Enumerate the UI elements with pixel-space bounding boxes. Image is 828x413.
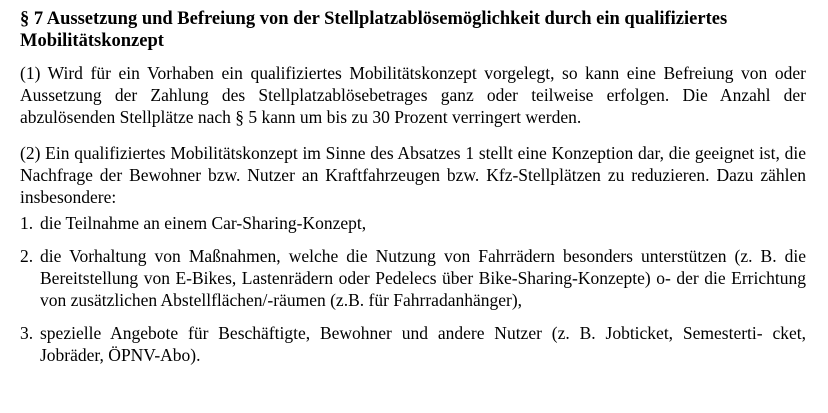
paragraph-1: (1) Wird für ein Vorhaben ein qualifizie… [20,63,806,127]
list-item: 2. die Vorhaltung von Maßnahmen, welche … [20,245,806,311]
list-item-number: 3. [20,323,34,343]
section-heading: § 7 Aussetzung und Befreiung von der Ste… [20,9,728,51]
list-item: 1. die Teilnahme an einem Car-Sharing-Ko… [20,212,806,234]
enumerated-list: 1. die Teilnahme an einem Car-Sharing-Ko… [20,212,806,366]
document-page: § 7 Aussetzung und Befreiung von der Ste… [0,0,828,413]
list-item-text: spezielle Angebote für Beschäftigte, Bew… [40,323,806,365]
list-item-text: die Teilnahme an einem Car-Sharing-Konze… [40,213,367,233]
list-item: 3. spezielle Angebote für Beschäftigte, … [20,322,806,366]
list-item-number: 1. [20,213,34,233]
list-item-text: die Vorhaltung von Maßnahmen, welche die… [40,246,806,310]
list-item-number: 2. [20,246,34,266]
paragraph-2: (2) Ein qualifiziertes Mobilitätskonzept… [20,143,806,207]
